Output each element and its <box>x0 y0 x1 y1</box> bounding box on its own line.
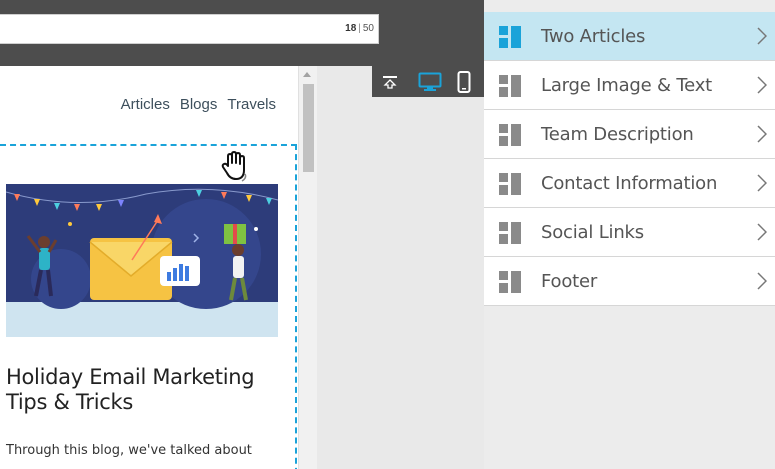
desktop-icon <box>418 72 442 91</box>
hero-image <box>6 184 278 337</box>
block-item-social-links[interactable]: Social Links <box>484 208 775 257</box>
block-item-label: Two Articles <box>541 26 646 47</box>
mobile-view-button[interactable] <box>448 66 480 97</box>
char-count-max: 50 <box>362 23 374 34</box>
block-item-team-description[interactable]: Team Description <box>484 110 775 159</box>
desktop-view-button[interactable] <box>414 66 446 97</box>
collapse-button[interactable] <box>374 66 406 97</box>
block-item-label: Social Links <box>541 222 644 243</box>
char-count-current: 18 <box>345 23 357 34</box>
subject-line-input[interactable]: 18 | 50 <box>0 14 379 44</box>
chevron-right-icon <box>757 174 767 192</box>
block-list: Two Articles Large Image & Text Team Des… <box>484 12 775 306</box>
article-title: Holiday Email Marketing Tips & Tricks <box>6 365 255 414</box>
chevron-right-icon <box>757 125 767 143</box>
character-counter: 18 | 50 <box>345 23 374 34</box>
blocks-panel: Two Articles Large Image & Text Team Des… <box>484 0 775 469</box>
chevron-right-icon <box>757 27 767 45</box>
layout-block-icon <box>499 173 521 195</box>
block-item-label: Large Image & Text <box>541 75 713 96</box>
chevron-right-icon <box>757 223 767 241</box>
mobile-icon <box>457 70 471 93</box>
nav-link-travels[interactable]: Travels <box>227 96 276 113</box>
preview-nav: Articles Blogs Travels <box>121 96 276 113</box>
nav-link-articles[interactable]: Articles <box>121 96 170 113</box>
block-item-contact-information[interactable]: Contact Information <box>484 159 775 208</box>
article-excerpt: Through this blog, we've talked about <box>6 443 252 458</box>
nav-link-blogs[interactable]: Blogs <box>180 96 218 113</box>
chevron-right-icon <box>757 76 767 94</box>
preview-scrollbar[interactable] <box>298 66 317 469</box>
layout-block-icon <box>499 222 521 244</box>
grab-hand-cursor-icon <box>221 151 247 182</box>
scroll-up-arrow-icon[interactable] <box>303 72 311 77</box>
block-item-footer[interactable]: Footer <box>484 257 775 306</box>
block-item-label: Footer <box>541 271 598 292</box>
scroll-thumb[interactable] <box>303 84 314 172</box>
char-count-separator: | <box>358 23 361 34</box>
layout-block-icon <box>499 271 521 293</box>
block-item-label: Team Description <box>541 124 694 145</box>
layout-block-icon <box>499 26 521 48</box>
layout-block-icon <box>499 124 521 146</box>
layout-block-icon <box>499 75 521 97</box>
block-item-label: Contact Information <box>541 173 718 194</box>
block-item-two-articles[interactable]: Two Articles <box>484 12 775 61</box>
chevron-right-icon <box>757 272 767 290</box>
collapse-top-icon <box>383 75 397 89</box>
block-item-large-image-text[interactable]: Large Image & Text <box>484 61 775 110</box>
email-preview: Articles Blogs Travels Holiday Email Mar… <box>0 66 298 469</box>
